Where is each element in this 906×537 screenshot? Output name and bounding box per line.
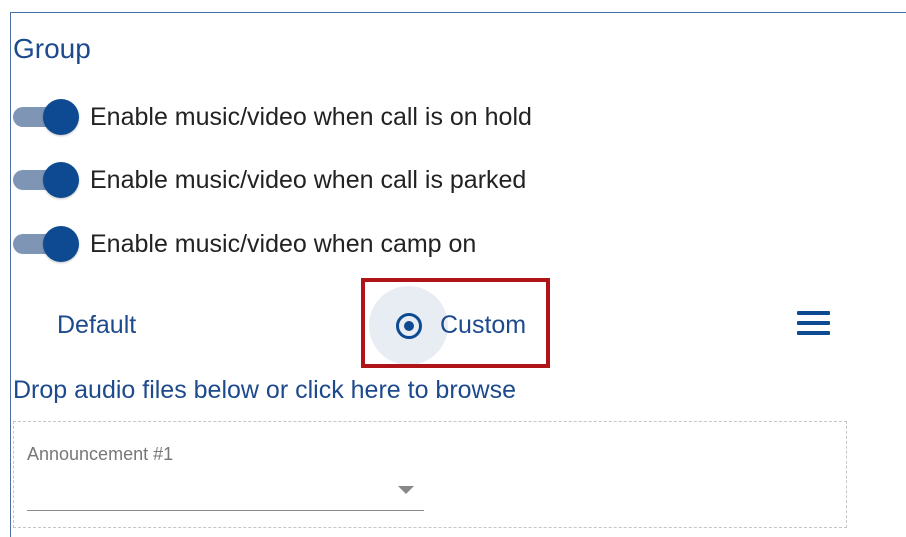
default-option[interactable]: Default: [57, 308, 136, 342]
toggle-row-parked[interactable]: Enable music/video when call is parked: [13, 160, 526, 200]
camp-on-music-label: Enable music/video when camp on: [90, 229, 477, 258]
hold-music-toggle[interactable]: [13, 97, 79, 137]
browse-audio-link[interactable]: Drop audio files below or click here to …: [13, 373, 516, 407]
chevron-down-icon: [398, 486, 414, 494]
parked-music-toggle[interactable]: [13, 160, 79, 200]
announcement-select-label: Announcement #1: [27, 444, 174, 464]
toggle-row-camp-on[interactable]: Enable music/video when camp on: [13, 224, 476, 264]
toggle-row-hold[interactable]: Enable music/video when call is on hold: [13, 97, 532, 137]
toggle-thumb: [43, 99, 79, 135]
toggle-thumb: [43, 226, 79, 262]
toggle-thumb: [43, 162, 79, 198]
hold-music-label: Enable music/video when call is on hold: [90, 102, 532, 131]
group-title: Group: [13, 33, 91, 64]
parked-music-label: Enable music/video when call is parked: [90, 165, 527, 194]
camp-on-music-toggle[interactable]: [13, 224, 79, 264]
announcement-select[interactable]: [27, 474, 424, 511]
custom-option-highlight: [361, 278, 550, 368]
hamburger-menu-icon[interactable]: [797, 311, 830, 335]
